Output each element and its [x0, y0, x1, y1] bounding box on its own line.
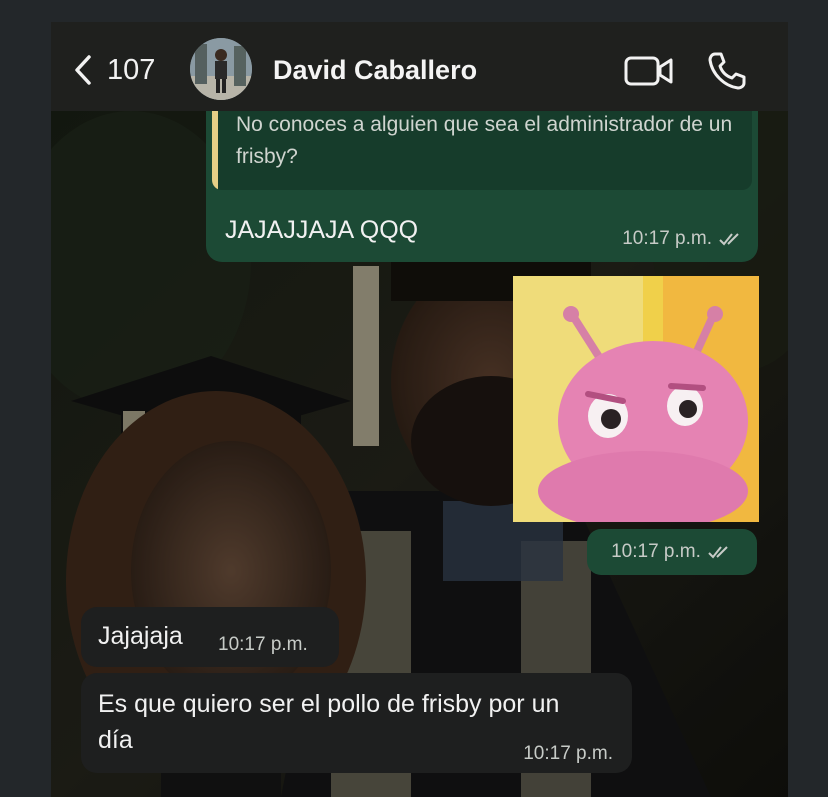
video-camera-icon — [624, 56, 673, 86]
message-time: 10:17 p.m. — [622, 228, 712, 249]
message-time: 10:17 p.m. — [218, 634, 308, 655]
video-call-button[interactable] — [624, 52, 674, 90]
chevron-left-icon — [75, 55, 91, 85]
outgoing-message-reply[interactable]: No conoces a alguien que sea el administ… — [206, 100, 758, 262]
quoted-message[interactable]: No conoces a alguien que sea el administ… — [212, 100, 752, 190]
message-time: 10:17 p.m. — [611, 541, 701, 562]
back-button[interactable]: 107 — [71, 52, 191, 88]
phone-icon — [708, 52, 746, 90]
double-check-icon — [708, 546, 728, 559]
chat-screen: 107 David Caballero No conoces a alguien… — [51, 22, 788, 797]
message-text: JAJAJJAJA QQQ — [225, 216, 419, 244]
incoming-message[interactable]: Jajajaja 10:17 p.m. — [81, 607, 339, 667]
quoted-text: No conoces a alguien que sea el administ… — [236, 113, 733, 168]
sticker-image[interactable] — [513, 276, 759, 522]
message-text: Jajajaja — [98, 622, 183, 650]
double-check-icon — [719, 233, 739, 246]
incoming-message[interactable]: Es que quiero ser el pollo de frisby por… — [81, 673, 632, 773]
sticker-time-pill: 10:17 p.m. — [587, 529, 757, 575]
message-time: 10:17 p.m. — [523, 743, 613, 764]
chat-header: 107 David Caballero — [51, 22, 788, 111]
quote-accent-bar — [212, 100, 218, 190]
avatar[interactable] — [190, 38, 252, 100]
voice-call-button[interactable] — [706, 50, 748, 92]
unread-count: 107 — [107, 53, 156, 86]
contact-name[interactable]: David Caballero — [273, 55, 477, 86]
